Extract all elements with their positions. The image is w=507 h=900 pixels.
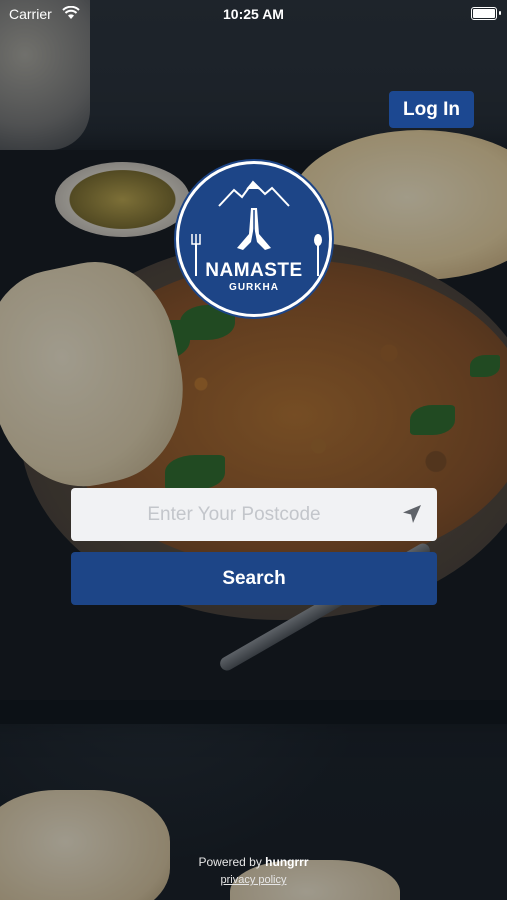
powered-by-brand: hungrrr (265, 855, 309, 869)
search-button[interactable]: Search (71, 552, 437, 605)
powered-by-text: Powered by hungrrr (198, 855, 309, 869)
privacy-policy-link[interactable]: privacy policy (0, 874, 507, 886)
restaurant-logo: NAMASTE GURKHA (176, 161, 332, 317)
food-background-image (0, 0, 507, 900)
postcode-input[interactable] (71, 488, 437, 541)
logo-subtitle: GURKHA (229, 282, 279, 293)
battery-icon (471, 7, 497, 20)
postcode-field (71, 488, 437, 541)
logo-title: NAMASTE (205, 260, 303, 281)
navigation-arrow-icon[interactable] (401, 503, 423, 525)
status-time: 10:25 AM (223, 6, 284, 22)
status-bar: Carrier 10:25 AM (0, 0, 507, 28)
login-button[interactable]: Log In (389, 91, 474, 128)
